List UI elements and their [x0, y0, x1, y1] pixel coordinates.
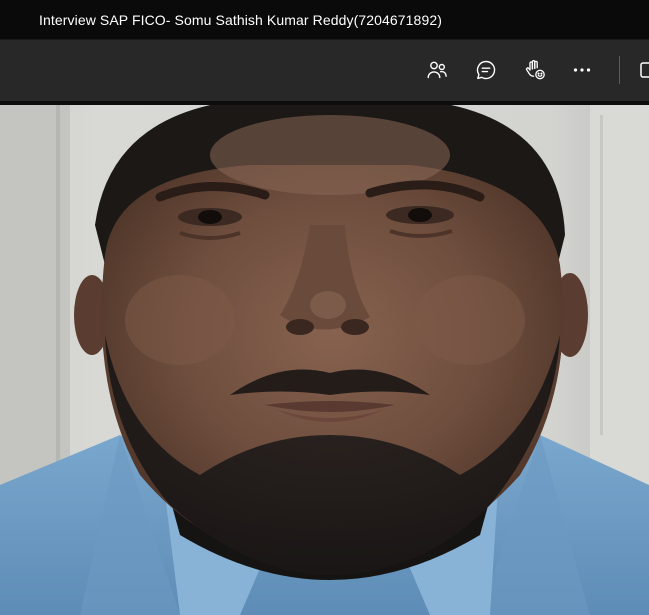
more-options-icon: [570, 58, 594, 82]
participants-button[interactable]: [421, 53, 453, 87]
more-options-button[interactable]: [566, 53, 598, 87]
reactions-button[interactable]: [519, 53, 551, 87]
meeting-title: Interview SAP FICO- Somu Sathish Kumar R…: [39, 11, 442, 28]
camera-icon: [640, 62, 649, 84]
chat-icon: [474, 58, 498, 82]
participant-video-frame: [0, 105, 649, 615]
toolbar-divider: [619, 56, 620, 84]
chat-button[interactable]: [470, 53, 502, 87]
meeting-toolbar: [0, 39, 649, 101]
people-icon: [425, 58, 449, 82]
raise-hand-icon: [523, 58, 547, 82]
participant-video: [0, 105, 649, 615]
meeting-window: Interview SAP FICO- Somu Sathish Kumar R…: [0, 0, 649, 615]
camera-button[interactable]: [640, 60, 649, 80]
title-bar: Interview SAP FICO- Somu Sathish Kumar R…: [0, 0, 649, 39]
